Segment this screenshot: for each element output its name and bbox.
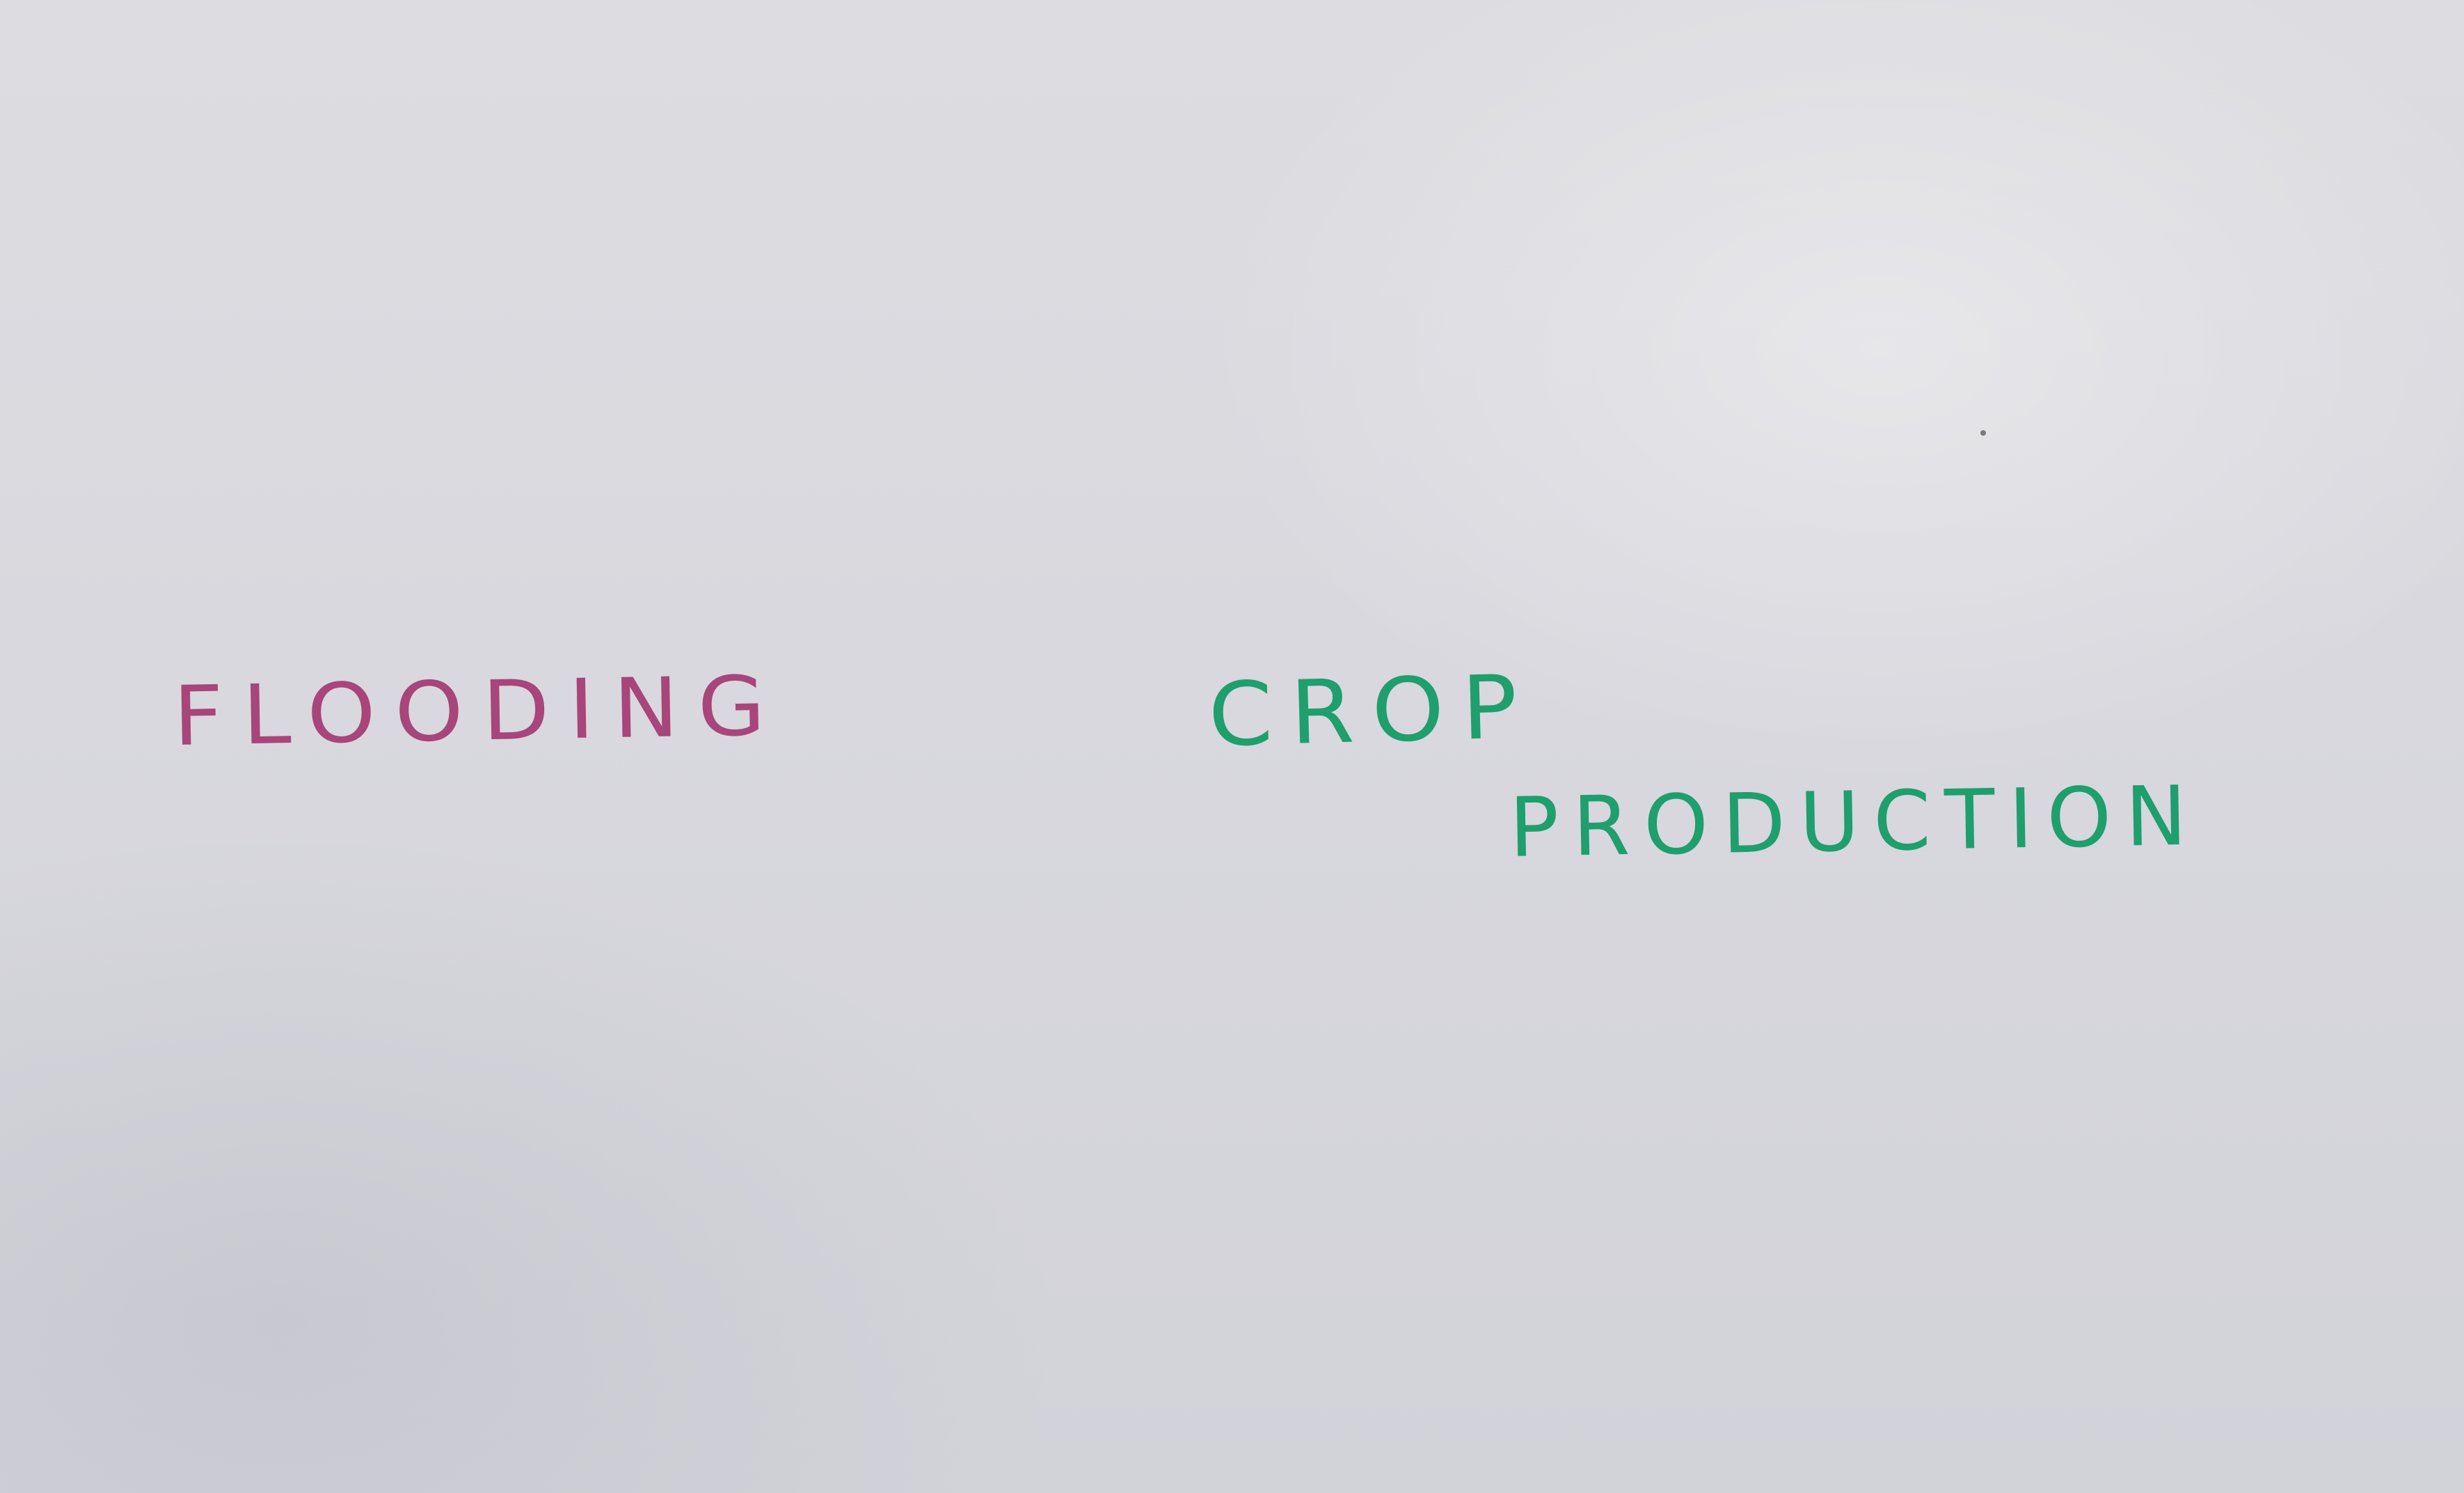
handwritten-word-crop: CROP <box>1207 655 1536 766</box>
paper-sheet: FLOODING CROP PRODUCTION <box>0 0 2464 1493</box>
paper-speck <box>1980 430 1986 436</box>
handwritten-word-production: PRODUCTION <box>1508 767 2202 876</box>
handwritten-word-flooding: FLOODING <box>172 657 786 764</box>
